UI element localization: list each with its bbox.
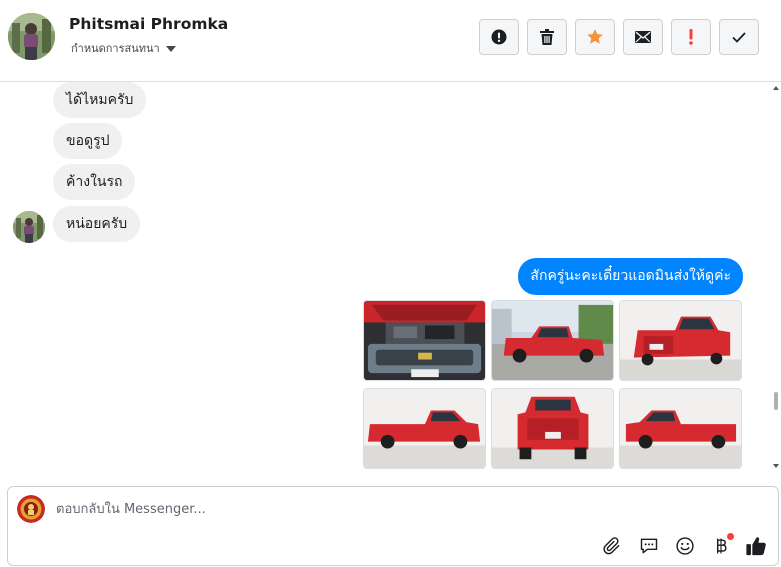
star-button[interactable] [575,19,615,55]
notification-dot [727,533,734,540]
like-button[interactable] [744,534,768,558]
assign-conversation-dropdown[interactable]: กำหนดการสนทนา [71,39,176,57]
photo-rear[interactable] [491,388,614,469]
conversation-actions [479,19,759,55]
photo-rear-right[interactable] [619,300,742,381]
thread-scrollbar[interactable] [770,82,781,474]
messenger-inbox: Phitsmai Phromka กำหนดการสนทนา ได้ไหมครั… [0,0,781,567]
conversation-header: Phitsmai Phromka กำหนดการสนทนา [0,0,781,82]
photo-engine-bay[interactable] [363,300,486,381]
delete-button[interactable] [527,19,567,55]
sender-avatar [13,211,45,243]
emoji-button[interactable] [673,534,697,558]
check-icon [732,31,746,43]
attach-button[interactable] [600,534,624,558]
incoming-message: ได้ไหมครับ [53,82,147,118]
saved-reply-icon [640,538,658,554]
thumbs-up-icon [746,537,766,556]
photo-front-left[interactable] [491,300,614,381]
incoming-message: ขอดูรูป [53,123,123,159]
scroll-thumb[interactable] [774,392,778,410]
payment-button[interactable] [709,533,734,558]
saved-replies-button[interactable] [637,534,661,558]
photo-attachments [363,300,744,469]
contact-name[interactable]: Phitsmai Phromka [69,15,228,33]
scroll-down-arrow-icon[interactable] [773,464,779,468]
photo-right-side[interactable] [619,388,742,469]
exclamation-icon [689,29,693,45]
contact-avatar[interactable] [8,13,55,60]
message-thread: ได้ไหมครับ ขอดูรูป ค้างในรถ หน่อยครับ สั… [0,82,781,474]
reply-input[interactable] [56,497,736,521]
mark-follow-up-button[interactable] [671,19,711,55]
spam-button[interactable] [479,19,519,55]
star-icon [587,29,603,44]
envelope-icon [635,31,651,43]
scroll-up-arrow-icon[interactable] [773,86,779,90]
reply-composer [7,486,779,566]
info-icon [491,29,507,45]
page-avatar [17,495,45,523]
email-button[interactable] [623,19,663,55]
outgoing-message: สักครู่นะคะเดี๋ยวแอดมินส่งให้ดูค่ะ [518,258,743,295]
assign-label: กำหนดการสนทนา [71,42,160,55]
paperclip-icon [603,537,620,555]
trash-icon [540,29,554,45]
emoji-icon [676,537,694,555]
incoming-message: หน่อยครับ [53,206,141,242]
incoming-message: ค้างในรถ [53,164,136,200]
photo-left-side[interactable] [363,388,486,469]
caret-down-icon [165,45,176,52]
mark-done-button[interactable] [719,19,759,55]
